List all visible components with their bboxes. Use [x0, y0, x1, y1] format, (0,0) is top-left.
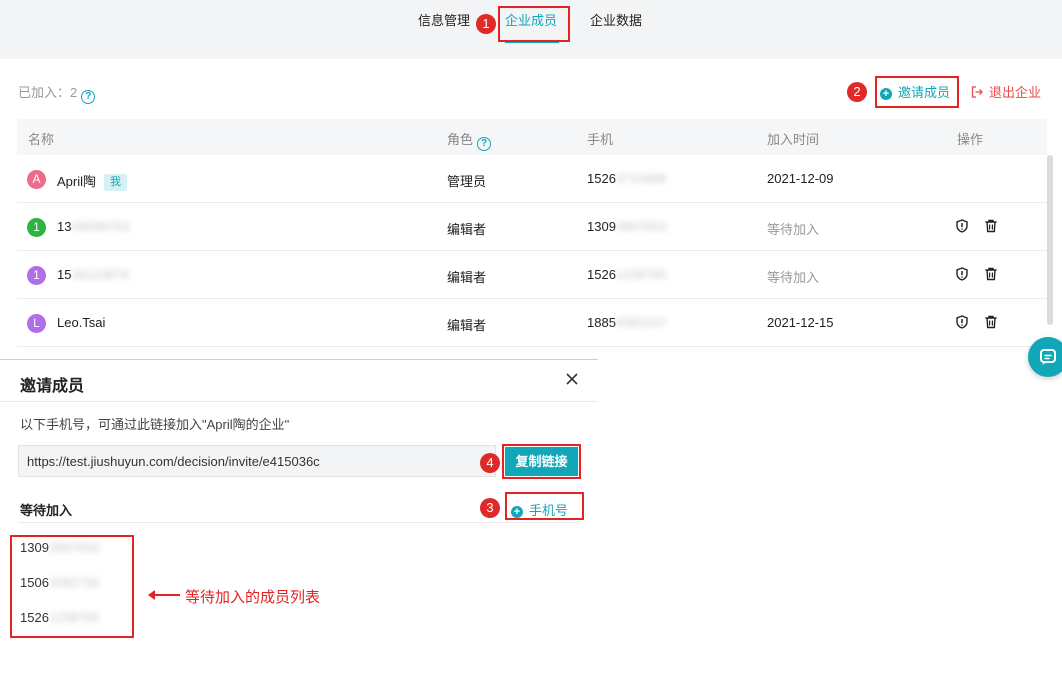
chat-icon — [1040, 349, 1056, 365]
phone-visible: 1885 — [587, 315, 616, 330]
member-join-time: 2021-12-15 — [767, 315, 834, 330]
shield-icon[interactable] — [955, 267, 971, 283]
column-role-label: 角色 — [447, 132, 474, 147]
avatar: 1 — [27, 266, 46, 285]
annotation-marker-2: 2 — [847, 82, 867, 102]
member-name: Leo.Tsai — [57, 315, 106, 330]
role-help-icon[interactable]: ? — [477, 137, 492, 151]
phone-blurred: 9382157 — [615, 315, 667, 330]
phone-blurred: 0897653 — [615, 219, 667, 234]
member-name-text: 15 — [57, 267, 72, 282]
customer-service-button[interactable] — [1028, 337, 1062, 377]
joined-count: 已加入：2? — [18, 82, 96, 104]
page-background — [0, 44, 1062, 59]
phone-visible: 1526 — [587, 171, 616, 186]
column-join-time: 加入时间 — [767, 132, 820, 147]
joined-label: 已加入： — [18, 85, 71, 100]
phone-visible: 1309 — [587, 219, 616, 234]
close-icon[interactable] — [563, 370, 581, 388]
me-badge: 我 — [104, 174, 128, 191]
annotation-arrow — [148, 590, 180, 600]
trash-icon[interactable] — [984, 315, 1000, 331]
dialog-divider — [0, 401, 598, 402]
member-phone: 13090897653 — [587, 219, 667, 234]
member-phone: 15263710689 — [587, 171, 667, 186]
table-row: L Leo.Tsai 编辑者 18859382157 2021-12-15 — [17, 299, 1047, 347]
dialog-title: 邀请成员 — [20, 378, 85, 395]
annotation-box-copy — [502, 444, 581, 479]
column-name: 名称 — [28, 132, 55, 147]
invite-link-field[interactable]: https://test.jiushuyun.com/decision/invi… — [18, 445, 496, 477]
tab-enterprise-data[interactable]: 企业数据 — [590, 10, 642, 29]
annotation-box-invite — [875, 76, 959, 108]
exit-enterprise-button[interactable]: 退出企业 — [971, 82, 1041, 101]
trash-icon[interactable] — [984, 267, 1000, 283]
phone-blurred: 1238765 — [615, 267, 667, 282]
annotation-marker-3: 3 — [480, 498, 500, 518]
joined-number: 2 — [70, 85, 78, 100]
annotation-note: 等待加入的成员列表 — [185, 589, 321, 606]
avatar: 1 — [27, 218, 46, 237]
member-name-text: 13 — [57, 219, 72, 234]
member-role: 编辑者 — [447, 222, 487, 237]
member-phone: 18859382157 — [587, 315, 667, 330]
member-name-blurred: 26123876 — [71, 267, 130, 282]
pending-divider — [18, 522, 578, 523]
table-scrollbar[interactable] — [1047, 155, 1053, 325]
column-actions: 操作 — [957, 132, 984, 147]
table-row: 1 1526123876 编辑者 15261238765 等待加入 — [17, 251, 1047, 299]
member-name: April陶我 — [57, 171, 128, 191]
phone-visible: 1526 — [587, 267, 616, 282]
member-role: 编辑者 — [447, 318, 487, 333]
column-role: 角色? — [447, 129, 492, 151]
table-header: 名称 角色? 手机 加入时间 操作 — [17, 119, 1047, 155]
invite-dialog — [0, 359, 598, 699]
avatar: A — [27, 170, 46, 189]
annotation-box-phone — [505, 492, 584, 520]
column-phone: 手机 — [587, 132, 614, 147]
tab-info-management[interactable]: 信息管理 — [418, 10, 470, 29]
table-row: 1 1309089763 编辑者 13090897653 等待加入 — [17, 203, 1047, 251]
table-row: A April陶我 管理员 15263710689 2021-12-09 — [17, 155, 1047, 203]
annotation-box-tab — [498, 6, 570, 42]
help-icon[interactable]: ? — [81, 90, 96, 104]
annotation-box-pending-list — [10, 535, 134, 638]
logout-icon — [971, 85, 983, 100]
exit-enterprise-label: 退出企业 — [989, 85, 1042, 100]
annotation-marker-1: 1 — [476, 14, 496, 34]
member-join-time: 等待加入 — [767, 270, 820, 285]
member-role: 编辑者 — [447, 270, 487, 285]
trash-icon[interactable] — [984, 219, 1000, 235]
avatar: L — [27, 314, 46, 333]
member-name-blurred: 09089763 — [71, 219, 130, 234]
member-join-time: 等待加入 — [767, 222, 820, 237]
member-name: 1309089763 — [57, 219, 129, 234]
member-name: 1526123876 — [57, 267, 129, 282]
member-phone: 15261238765 — [587, 267, 667, 282]
invite-link-text: https://test.jiushuyun.com/decision/invi… — [27, 454, 320, 469]
phone-blurred: 3710689 — [615, 171, 667, 186]
annotation-marker-4: 4 — [480, 453, 500, 473]
pending-section-title: 等待加入 — [20, 503, 73, 518]
shield-icon[interactable] — [955, 219, 971, 235]
member-join-time: 2021-12-09 — [767, 171, 834, 186]
shield-icon[interactable] — [955, 315, 971, 331]
member-role: 管理员 — [447, 174, 487, 189]
member-name-text: April陶 — [57, 174, 97, 189]
dialog-description: 以下手机号，可通过此链接加入"April陶的企业" — [20, 417, 290, 432]
